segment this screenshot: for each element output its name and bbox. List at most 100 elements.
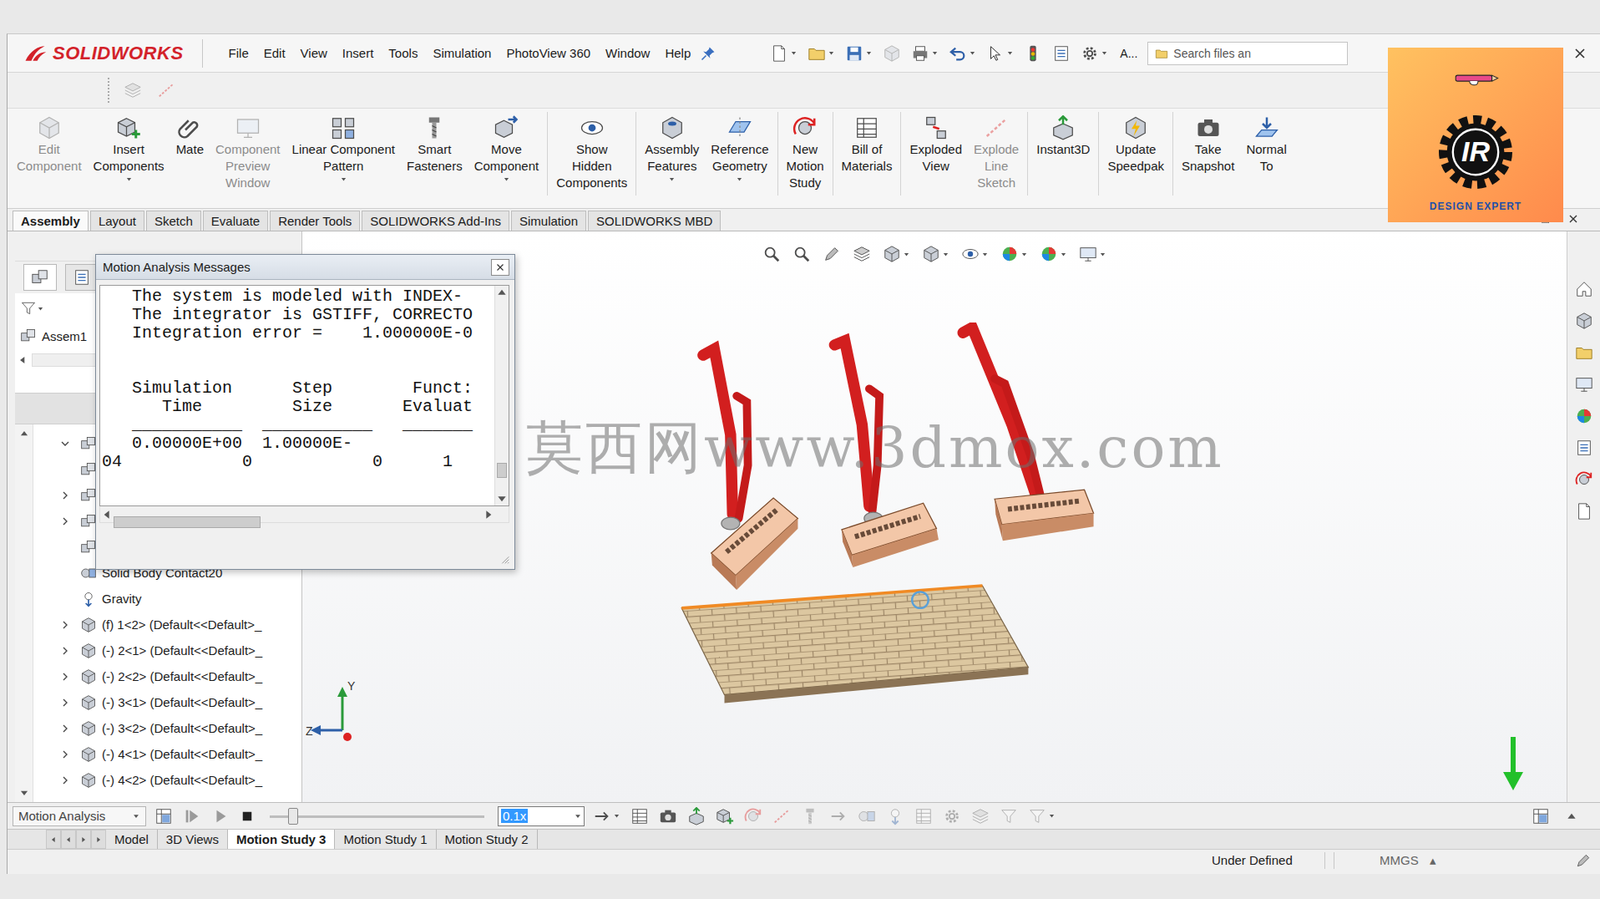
menu-item[interactable]: Window <box>597 42 658 64</box>
pin-button[interactable] <box>698 43 719 64</box>
search-field[interactable]: Search files an <box>1147 41 1348 66</box>
ribbon-button[interactable]: InsertComponents <box>87 111 171 187</box>
play-from-start-button[interactable] <box>181 805 203 827</box>
zoom-to-fit-button[interactable] <box>760 243 783 265</box>
rebuild-light-button[interactable] <box>1022 42 1044 65</box>
more-label[interactable]: A... <box>1119 46 1138 61</box>
solidworks-resources-button[interactable] <box>1573 278 1595 300</box>
study-tab[interactable]: Motion Study 2 <box>436 829 538 849</box>
menu-item[interactable]: PhotoView 360 <box>498 42 598 64</box>
ribbon-button[interactable]: TakeSnapshot <box>1175 111 1241 178</box>
menu-item[interactable]: Insert <box>334 42 382 64</box>
tree-vertical-scrollbar[interactable] <box>15 424 34 802</box>
ribbon-button[interactable]: NewMotionStudy <box>780 111 831 194</box>
scroll-thumb[interactable] <box>496 462 507 478</box>
close-button[interactable] <box>1571 45 1589 62</box>
study-tab[interactable]: 3D Views <box>157 829 228 849</box>
file-properties-button[interactable] <box>1050 42 1073 65</box>
stamp-model-drawing[interactable] <box>663 322 1123 710</box>
expand-chevron-icon[interactable] <box>58 747 72 761</box>
ribbon-button[interactable]: AssemblyFeatures <box>638 111 705 187</box>
options-button[interactable] <box>1078 42 1110 65</box>
view-orientation-button[interactable] <box>920 243 952 265</box>
stamp-part[interactable] <box>962 327 1094 541</box>
log-horizontal-scrollbar[interactable] <box>99 506 510 523</box>
ribbon-button[interactable]: Linear ComponentPattern <box>286 111 401 187</box>
status-units-arrow[interactable]: ▴ <box>1429 852 1450 868</box>
resize-grip-icon[interactable] <box>497 551 512 566</box>
collapse-chevron-icon[interactable] <box>58 436 72 451</box>
last-tab-button[interactable] <box>91 829 107 849</box>
command-tab[interactable]: Sketch <box>146 210 202 231</box>
ribbon-button[interactable]: ShowHiddenComponents <box>550 111 633 194</box>
sketch-tool-button[interactable] <box>121 79 144 102</box>
zoom-area-button[interactable] <box>790 243 813 265</box>
section-view-button[interactable] <box>850 243 873 265</box>
stop-button[interactable] <box>237 806 257 826</box>
animation-wizard-button[interactable] <box>657 805 679 827</box>
tree-row[interactable]: (-) 2<1> (Default<<Default>_ <box>33 637 302 664</box>
tree-row[interactable]: (-) 4<1> (Default<<Default>_ <box>33 740 302 767</box>
ribbon-button[interactable]: EditComponent <box>10 111 88 178</box>
force-button[interactable] <box>827 805 850 827</box>
file-explorer-button[interactable] <box>1573 341 1595 364</box>
tree-row[interactable]: (-) 3<1> (Default<<Default>_ <box>33 688 302 715</box>
status-units[interactable]: MMGS <box>1376 852 1430 867</box>
ribbon-button[interactable]: ReferenceGeometry <box>704 111 775 187</box>
menu-item[interactable]: Tools <box>380 42 426 64</box>
motion-options-button[interactable] <box>941 805 963 827</box>
filter-driving-button[interactable] <box>1026 805 1058 827</box>
playback-mode-button[interactable] <box>591 805 623 827</box>
motion-messages-dialog[interactable]: Motion Analysis Messages The system is m… <box>95 253 516 570</box>
results-button[interactable] <box>912 805 935 827</box>
autokey-button[interactable] <box>685 805 708 827</box>
expand-chevron-icon[interactable] <box>58 643 72 658</box>
view-palette-button[interactable] <box>1573 373 1595 395</box>
toolbar-grip[interactable] <box>107 77 111 103</box>
calculator-button[interactable] <box>1529 805 1552 827</box>
study-tab[interactable]: Motion Study 3 <box>227 829 336 849</box>
ribbon-button[interactable]: Bill ofMaterials <box>835 111 899 178</box>
previous-tab-button[interactable] <box>60 829 76 849</box>
expand-chevron-icon[interactable] <box>58 773 72 787</box>
command-tab[interactable]: SOLIDWORKS MBD <box>587 210 721 231</box>
playback-speed-field[interactable]: 0.1x <box>497 805 585 826</box>
edit-appearance-button[interactable] <box>998 243 1030 265</box>
view-settings-button[interactable] <box>1077 243 1109 265</box>
expand-chevron-icon[interactable] <box>58 721 72 735</box>
ribbon-button[interactable]: Mate <box>170 111 210 161</box>
ribbon-button[interactable]: NormalTo <box>1240 111 1292 178</box>
menu-item[interactable]: Simulation <box>425 42 499 64</box>
collapse-button[interactable] <box>969 805 992 827</box>
menu-item[interactable]: View <box>293 42 335 64</box>
dialog-close-button[interactable] <box>491 258 510 276</box>
dynamic-annotation-button[interactable] <box>881 243 912 265</box>
ribbon-button[interactable]: ExplodeLineSketch <box>967 111 1025 194</box>
expand-chevron-icon[interactable] <box>58 488 72 502</box>
property-manager-tab[interactable] <box>65 263 99 291</box>
motor-button[interactable] <box>742 805 765 827</box>
save-animation-button[interactable] <box>628 805 651 827</box>
save-button[interactable] <box>843 42 875 65</box>
feature-manager-tab[interactable] <box>23 263 57 291</box>
spring-button[interactable] <box>770 805 793 827</box>
design-library-button[interactable] <box>1573 309 1595 332</box>
contact-button[interactable] <box>855 805 878 827</box>
log-vertical-scrollbar[interactable] <box>494 285 509 506</box>
menu-item[interactable]: File <box>221 42 257 64</box>
menu-item[interactable]: Edit <box>256 42 294 64</box>
forum-button[interactable] <box>1573 468 1595 491</box>
expand-chevron-icon[interactable] <box>58 617 72 632</box>
add-key-button[interactable] <box>713 805 736 827</box>
expand-chevron-icon[interactable] <box>58 695 72 709</box>
print-button[interactable] <box>909 42 941 65</box>
command-tab[interactable]: Assembly <box>12 210 89 231</box>
damper-button[interactable] <box>799 805 821 827</box>
tree-row[interactable]: (-) 2<2> (Default<<Default>_ <box>33 663 302 689</box>
apply-scene-button[interactable] <box>1037 243 1069 265</box>
timeline-slider[interactable] <box>269 806 485 826</box>
appearances-button[interactable] <box>1573 405 1595 427</box>
close-button[interactable] <box>1564 210 1582 228</box>
ribbon-button[interactable]: UpdateSpeedpak <box>1101 111 1170 178</box>
tree-row[interactable]: (-) 3<2> (Default<<Default>_ <box>33 714 302 741</box>
